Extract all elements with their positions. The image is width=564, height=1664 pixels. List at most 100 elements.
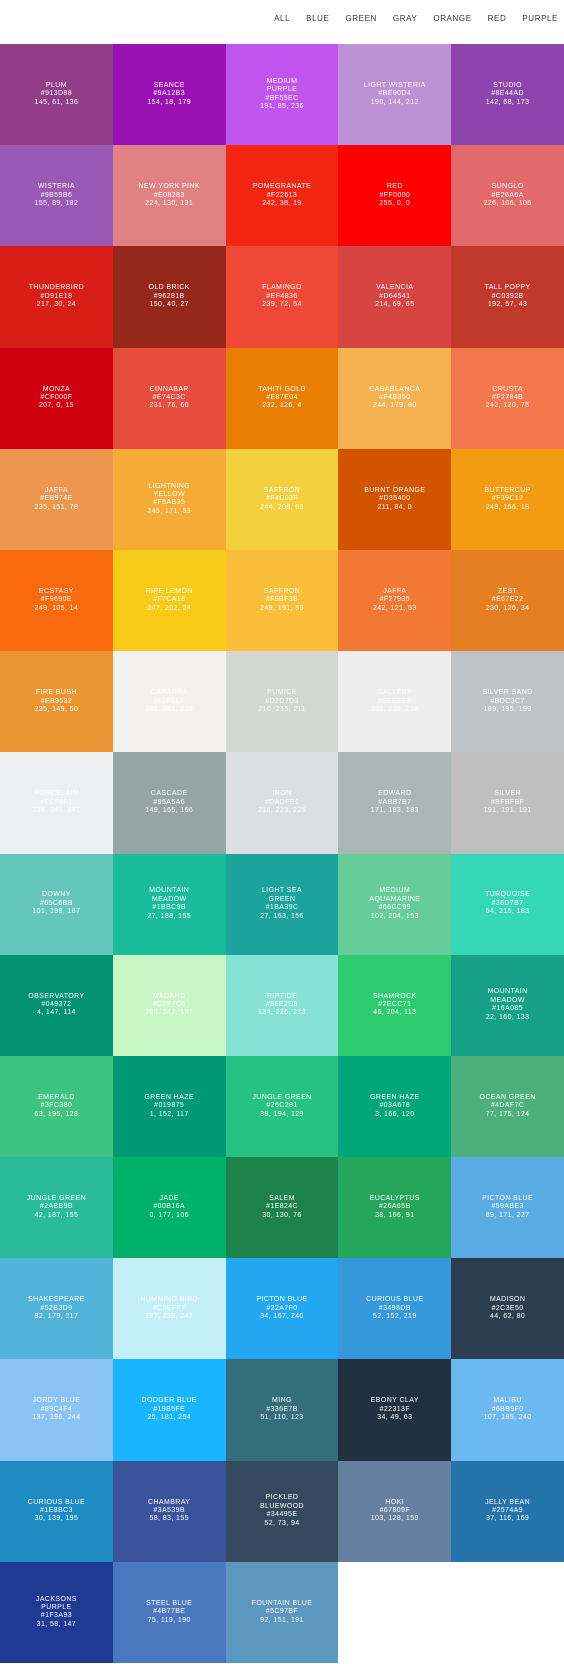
swatch-name: MADANG [152,992,186,1000]
color-swatch[interactable]: JAFFA #F27935 242, 121, 53 [338,549,452,652]
color-swatch[interactable]: PUMICE #D2D7D3 210, 215, 211 [225,651,339,753]
color-swatch[interactable]: MEDIUM AQUAMARINE #66CC99 102, 204, 153 [338,853,452,955]
color-swatch[interactable]: OBSERVATORY #049372 4, 147, 114 [0,954,113,1056]
color-swatch[interactable]: OCEAN GREEN #4DAF7C 77, 175, 124 [451,1055,564,1158]
color-swatch[interactable]: FIRE BUSH #EB9532 235, 149, 50 [0,651,113,753]
swatch-hex: #049372 [41,1001,72,1009]
color-swatch[interactable]: MOUNTAIN MEADOW #1BBC9B 27, 188, 155 [112,853,226,955]
color-swatch[interactable]: POMEGRANATE #F22613 242, 38, 19 [225,145,339,247]
color-swatch[interactable]: SILVER #BFBFBF 191, 191, 191 [451,752,564,854]
color-swatch[interactable]: PORCELAIN #ECF0F1 236, 240, 241 [0,752,113,854]
color-swatch[interactable]: CURIOUS BLUE #3498DB 52, 152, 219 [338,1258,452,1360]
color-swatch[interactable]: RIPE LEMON #F7CA18 247, 202, 24 [112,549,226,652]
swatch-rgb: 226, 106, 106 [483,199,532,207]
color-swatch[interactable]: CINNABAR #E74C3C 231, 76, 60 [112,347,226,449]
color-swatch[interactable]: FOUNTAIN BLUE #5C97BF 92, 151, 191 [225,1561,339,1663]
color-swatch[interactable]: ECSTASY #F9690E 249, 105, 14 [0,549,113,652]
color-swatch[interactable]: JUNGLE GREEN #26C281 38, 194, 129 [225,1055,339,1158]
color-swatch[interactable]: MADANG #C8F7C5 200, 247, 197 [112,954,226,1056]
color-swatch[interactable]: IRON #DADFE1 218, 223, 225 [225,752,339,854]
color-swatch[interactable]: JORDY BLUE #89C4F4 137, 196, 244 [0,1359,113,1461]
color-swatch[interactable]: SUNGLO #E26A6A 226, 106, 106 [451,145,564,247]
color-swatch[interactable]: MONZA #CF000F 207, 0, 15 [0,347,113,449]
color-swatch[interactable]: EBONY CLAY #22313F 34, 49, 63 [338,1359,452,1461]
filter-gray[interactable]: GRAY [393,14,417,23]
color-swatch[interactable]: JAFFA #EB974E 235, 151, 78 [0,448,113,550]
color-swatch[interactable]: BUTTERCUP #F39C12 243, 156, 18 [451,448,564,550]
swatch-name: EBONY CLAY [370,1397,419,1405]
color-swatch[interactable]: MING #336E7B 51, 110, 123 [225,1359,339,1461]
color-swatch[interactable]: ZEST #E67E22 230, 126, 34 [451,549,564,652]
color-swatch[interactable]: EDWARD #ABB7B7 171, 183, 183 [338,752,452,854]
color-swatch[interactable]: HUMMING BIRD #C5EFF7 197, 239, 247 [112,1258,226,1360]
swatch-hex: #52B3D9 [40,1304,73,1312]
color-swatch[interactable]: THUNDERBIRD #D91E18 217, 30, 24 [0,246,113,348]
color-swatch[interactable]: MADISON #2C3E50 44, 62, 80 [451,1258,564,1360]
color-swatch[interactable]: RED #FF0000 255, 0, 0 [338,145,452,247]
color-swatch[interactable]: PICKLED BLUEWOOD #34495E 52, 73, 94 [225,1460,339,1562]
color-swatch[interactable]: CASABLANCA #F4B350 244, 179, 80 [338,347,452,449]
color-swatch[interactable]: CASCADE #95A5A6 149, 165, 166 [112,752,226,854]
color-swatch[interactable]: STEEL BLUE #4B77BE 75, 119, 190 [112,1561,226,1663]
swatch-rgb: 210, 215, 211 [258,705,306,713]
swatch-name: POMEGRANATE [252,183,312,191]
filter-purple[interactable]: PURPLE [522,14,558,23]
swatch-name: SILVER [494,790,521,798]
color-swatch[interactable]: JUNGLE GREEN #2ABB9B 42, 187, 155 [0,1157,113,1259]
color-swatch[interactable]: EUCALYPTUS #26A65B 38, 166, 91 [338,1157,452,1259]
color-swatch[interactable]: LIGHT SEA GREEN #1BA39C 27, 163, 156 [225,853,339,955]
swatch-name: CRUSTA [492,385,523,393]
color-swatch[interactable]: CURIOUS BLUE #1E8BC3 30, 139, 195 [0,1460,113,1562]
color-swatch[interactable]: SEANCE #9A12B3 154, 18, 179 [112,44,226,146]
color-swatch[interactable]: TAHITI GOLD #E87E04 232, 126, 4 [225,347,339,449]
color-swatch[interactable]: TALL POPPY #C0392B 192, 57, 43 [451,246,564,348]
color-swatch[interactable]: HOKI #67809F 103, 128, 159 [338,1460,452,1562]
color-swatch[interactable]: CHAMBRAY #3A539B 58, 83, 155 [112,1460,226,1562]
color-swatch[interactable]: BURNT ORANGE #D35400 211, 84, 0 [338,448,452,550]
filter-orange[interactable]: ORANGE [433,14,471,23]
color-swatch[interactable]: MALIBU #6BB9F0 107, 185, 240 [451,1359,564,1461]
color-swatch[interactable]: LIGHTNING YELLOW #F5AB35 245, 171, 53 [112,448,226,550]
filter-green[interactable]: GREEN [345,14,376,23]
color-swatch[interactable]: NEW YORK PINK #E08283 224, 130, 131 [112,145,226,247]
filter-all[interactable]: ALL [274,14,290,23]
color-swatch[interactable]: FLAMINGO #EF4836 239, 72, 54 [225,246,339,348]
color-swatch[interactable]: PICTON BLUE #22A7F0 34, 167, 240 [225,1258,339,1360]
color-swatch[interactable]: SILVER SAND #BDC3C7 189, 195, 199 [451,651,564,753]
swatch-rgb: 75, 119, 190 [147,1616,191,1624]
color-swatch[interactable]: SAFFRON #F4D03F 244, 208, 63 [225,448,339,550]
color-swatch[interactable]: SAFFRON #F9BF3B 249, 191, 59 [225,549,339,652]
color-swatch[interactable]: SHAMROCK #2ECC71 46, 204, 113 [338,954,452,1056]
filter-blue[interactable]: BLUE [306,14,329,23]
color-swatch[interactable]: VALENCIA #D64541 214, 69, 65 [338,246,452,348]
color-grid: PLUM #913D88 145, 61, 136 SEANCE #9A12B3 154,… [0,44,564,1663]
color-swatch[interactable]: TURQUOISE #36D7B7 54, 215, 183 [451,853,564,955]
color-swatch[interactable]: OLD BRICK #96281B 150, 40, 27 [112,246,226,348]
color-swatch[interactable]: CARARRA #F2F1EF 242, 241, 239 [112,651,226,753]
color-swatch[interactable]: PLUM #913D88 145, 61, 136 [0,44,113,146]
color-swatch[interactable]: GREEN HAZE #03A678 3, 166, 120 [338,1055,452,1158]
filter-red[interactable]: RED [488,14,507,23]
color-swatch[interactable]: GALLERY #EEEEEE 238, 238, 238 [338,651,452,753]
color-swatch[interactable]: SHAKESPEARE #52B3D9 82, 179, 217 [0,1258,113,1360]
color-swatch[interactable]: JACKSONS PURPLE #1F3A93 31, 58, 147 [0,1561,113,1663]
color-swatch[interactable]: MEDIUM PURPLE #BF55EC 191, 85, 236 [225,44,339,146]
color-swatch[interactable]: CRUSTA #F2784B 242, 120, 75 [451,347,564,449]
swatch-rgb: 242, 241, 239 [145,705,194,713]
color-swatch[interactable]: MOUNTAIN MEADOW #16A085 22, 160, 133 [451,954,564,1056]
color-swatch[interactable]: DODGER BLUE #19B5FE 25, 181, 254 [112,1359,226,1461]
color-swatch[interactable]: JELLY BEAN #2574A9 37, 116, 169 [451,1460,564,1562]
color-swatch[interactable]: DOWNY #65C6BB 101, 198, 187 [0,853,113,955]
swatch-rgb: 34, 49, 63 [377,1414,413,1422]
color-swatch[interactable]: LIGHT WISTERIA #BE90D4 190, 144, 212 [338,44,452,146]
swatch-rgb: 242, 120, 75 [485,402,530,410]
color-swatch[interactable]: WISTERIA #9B59B6 155, 89, 182 [0,145,113,247]
color-swatch[interactable]: PICTON BLUE #59ABE3 89, 171, 227 [451,1157,564,1259]
color-swatch[interactable]: JADE #00B16A 0, 177, 106 [112,1157,226,1259]
color-swatch[interactable]: STUDIO #8E44AD 142, 68, 173 [451,44,564,146]
color-swatch[interactable]: GREEN HAZE #019875 1, 152, 117 [112,1055,226,1158]
swatch-rgb: 31, 58, 147 [36,1620,77,1628]
color-swatch[interactable]: RIPTIDE #86E2D5 134, 226, 213 [225,954,339,1056]
color-swatch[interactable]: EMERALD #3FC380 63, 195, 128 [0,1055,113,1158]
color-swatch[interactable]: SALEM #1E824C 30, 130, 76 [225,1157,339,1259]
